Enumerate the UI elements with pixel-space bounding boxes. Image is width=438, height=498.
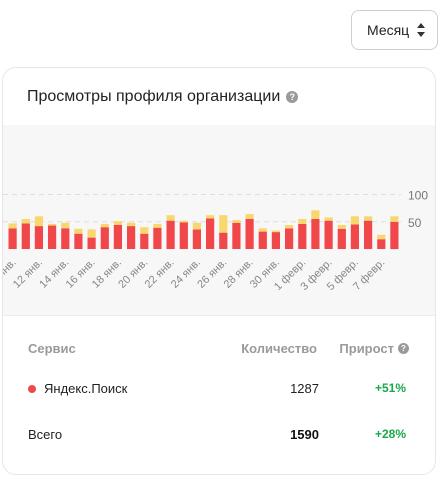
header-growth: Прирост ? xyxy=(339,341,409,356)
bar-search-1 xyxy=(21,223,30,249)
bar-other-25 xyxy=(337,225,346,229)
header-quantity: Количество xyxy=(241,341,317,356)
views-chart: 5010010 янв.12 янв.14 янв.16 янв.18 янв.… xyxy=(3,125,435,315)
total-row: Всего 1590 +28% xyxy=(3,427,435,447)
bar-other-13 xyxy=(179,220,188,223)
bar-other-14 xyxy=(192,222,201,230)
table-row: Яндекс.Поиск 1287 +51% xyxy=(3,381,435,401)
bar-search-7 xyxy=(100,227,109,249)
bar-search-8 xyxy=(113,225,122,249)
bar-other-28 xyxy=(377,234,386,240)
bar-other-0 xyxy=(8,223,17,229)
bar-search-14 xyxy=(192,229,201,249)
header-service: Сервис xyxy=(28,341,76,356)
bar-search-13 xyxy=(179,222,188,249)
bar-search-15 xyxy=(206,218,215,249)
divider xyxy=(3,315,435,316)
bar-search-19 xyxy=(258,231,267,249)
series-dot-icon xyxy=(28,384,36,393)
bar-search-12 xyxy=(166,220,175,249)
bar-other-17 xyxy=(232,220,241,223)
bar-search-20 xyxy=(271,232,280,249)
bar-search-27 xyxy=(364,220,373,249)
total-growth: +28% xyxy=(374,427,406,441)
bar-search-28 xyxy=(377,239,386,249)
chart-svg: 5010010 янв.12 янв.14 янв.16 янв.18 янв.… xyxy=(3,189,428,293)
bar-search-18 xyxy=(245,219,254,249)
bar-other-19 xyxy=(258,228,267,232)
bar-other-10 xyxy=(140,227,149,234)
period-select-label: Месяц xyxy=(367,22,410,38)
bar-other-15 xyxy=(206,215,215,219)
y-tick-label: 100 xyxy=(408,189,428,203)
sort-arrows-icon xyxy=(417,23,425,37)
bar-search-0 xyxy=(8,228,17,249)
bar-search-6 xyxy=(87,237,96,249)
bar-search-16 xyxy=(219,232,228,249)
bar-search-17 xyxy=(232,222,241,249)
bar-other-5 xyxy=(74,228,83,234)
service-quantity: 1287 xyxy=(290,381,319,396)
bar-search-24 xyxy=(324,220,333,249)
bar-search-3 xyxy=(48,225,57,249)
bar-other-24 xyxy=(324,217,333,221)
bar-other-8 xyxy=(113,221,122,225)
bar-search-10 xyxy=(140,233,149,249)
bar-other-6 xyxy=(87,229,96,238)
bar-other-11 xyxy=(153,223,162,228)
bar-other-27 xyxy=(364,216,373,221)
bar-other-26 xyxy=(350,216,359,225)
bar-search-11 xyxy=(153,227,162,249)
bar-search-23 xyxy=(311,219,320,249)
bar-other-1 xyxy=(21,219,30,224)
bar-other-23 xyxy=(311,210,320,219)
bar-other-7 xyxy=(100,223,109,228)
bar-other-12 xyxy=(166,215,175,221)
service-label: Яндекс.Поиск xyxy=(44,381,128,396)
period-select[interactable]: Месяц xyxy=(351,10,438,50)
card-title-text: Просмотры профиля организации xyxy=(27,88,281,105)
bar-other-22 xyxy=(298,219,307,224)
bar-other-29 xyxy=(390,216,399,222)
bar-other-4 xyxy=(61,222,70,229)
bar-search-4 xyxy=(61,228,70,249)
bar-other-2 xyxy=(34,216,43,227)
bar-other-20 xyxy=(271,230,280,233)
bar-search-29 xyxy=(390,221,399,250)
bar-other-9 xyxy=(127,222,136,227)
bar-other-21 xyxy=(285,225,294,229)
total-quantity: 1590 xyxy=(290,427,319,442)
help-icon[interactable]: ? xyxy=(398,343,409,354)
header-growth-label: Прирост xyxy=(339,341,394,356)
bar-other-18 xyxy=(245,214,254,219)
total-label: Всего xyxy=(28,427,63,442)
bar-search-26 xyxy=(350,224,359,249)
bar-other-3 xyxy=(48,223,57,226)
profile-views-card: Просмотры профиля организации ? 5010010 … xyxy=(2,67,436,475)
card-title: Просмотры профиля организации ? xyxy=(27,88,299,106)
bar-search-25 xyxy=(337,228,346,249)
bar-other-16 xyxy=(219,215,228,233)
service-growth: +51% xyxy=(374,381,406,395)
help-icon[interactable]: ? xyxy=(286,91,299,103)
bar-search-21 xyxy=(285,228,294,249)
bar-search-22 xyxy=(298,223,307,249)
service-name: Яндекс.Поиск xyxy=(28,381,127,396)
y-tick-label: 50 xyxy=(408,216,422,230)
bar-search-9 xyxy=(127,226,136,249)
bar-search-5 xyxy=(74,233,83,249)
bar-search-2 xyxy=(34,226,43,249)
